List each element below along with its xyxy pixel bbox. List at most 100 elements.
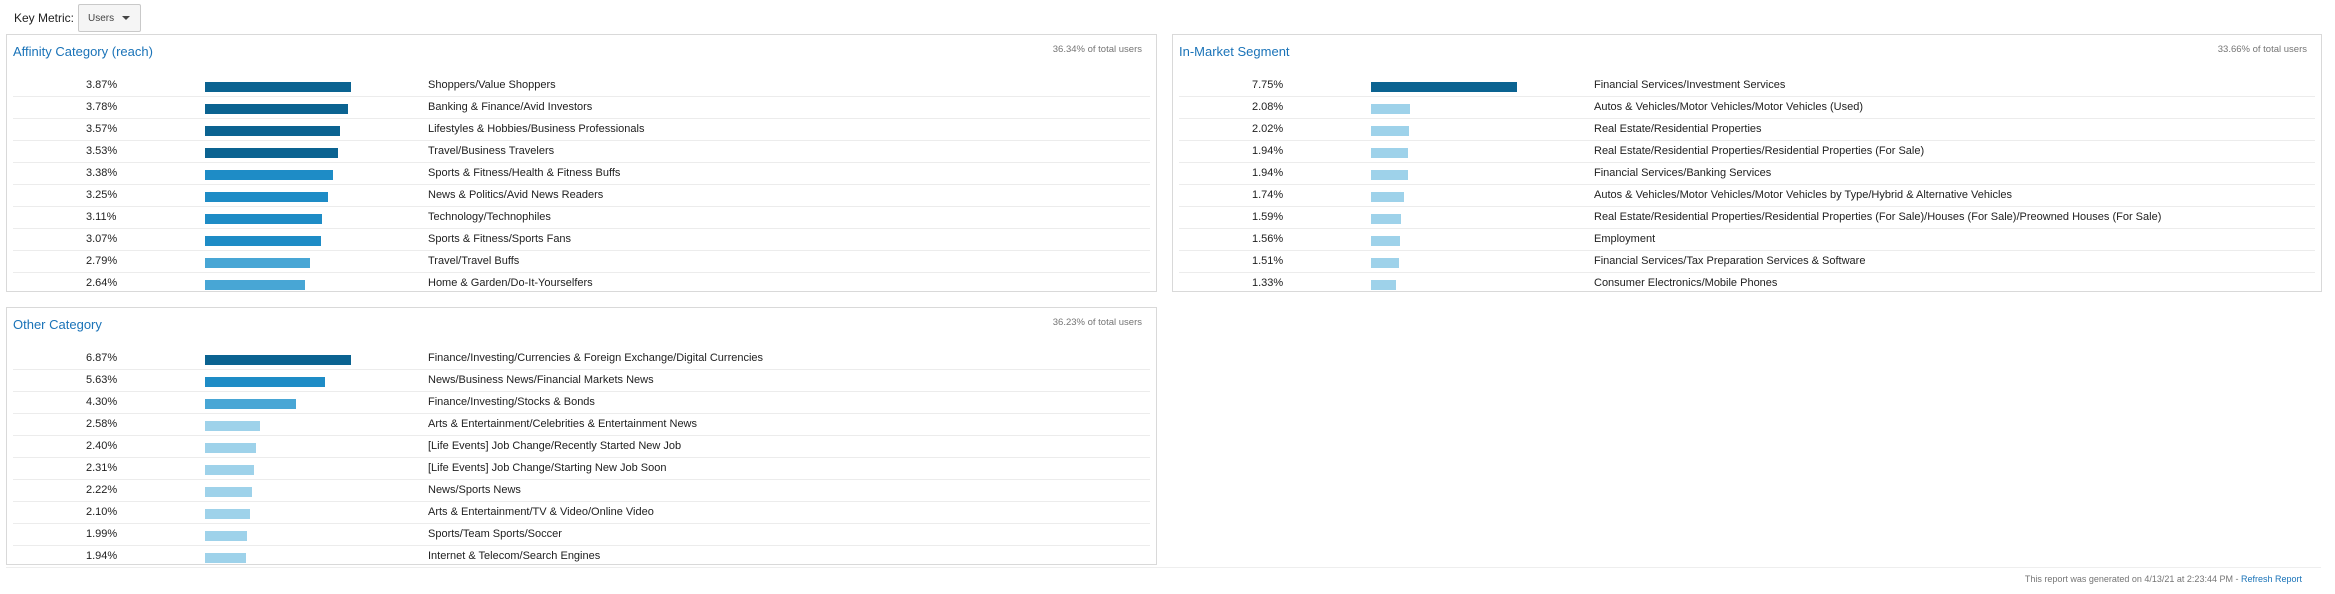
key-metric-dropdown[interactable]: Users: [78, 4, 142, 32]
row-percentage: 1.33%: [1252, 277, 1284, 289]
card-title[interactable]: Affinity Category (reach): [13, 44, 153, 59]
caret-down-icon: [122, 16, 131, 20]
row-category-name: News & Politics/Avid News Readers: [428, 189, 604, 201]
key-metric-label: Key Metric:: [14, 11, 75, 25]
row-bar: [1371, 236, 1400, 246]
row-category-name: Financial Services/Tax Preparation Servi…: [1594, 255, 1866, 267]
row-percentage: 1.51%: [1252, 255, 1284, 267]
row-category-name: [Life Events] Job Change/Starting New Jo…: [428, 462, 667, 474]
row-bar: [205, 509, 250, 519]
row-percentage: 1.56%: [1252, 233, 1284, 245]
table-row: 1.56% Employment: [1179, 229, 2315, 251]
card-rows: 7.75% Financial Services/Investment Servi…: [1179, 75, 2315, 294]
row-category-name: Autos & Vehicles/Motor Vehicles/Motor Ve…: [1594, 189, 2013, 201]
table-row: 2.64% Home & Garden/Do-It-Yourselfers: [13, 273, 1150, 294]
row-category-name: Employment: [1594, 233, 1656, 245]
row-category-name: Financial Services/Banking Services: [1594, 167, 1772, 179]
row-percentage: 1.74%: [1252, 189, 1284, 201]
row-percentage: 4.30%: [86, 396, 118, 408]
row-bar: [1371, 148, 1408, 158]
row-category-name: News/Sports News: [428, 484, 521, 496]
row-percentage: 3.38%: [86, 167, 118, 179]
row-category-name: Sports/Team Sports/Soccer: [428, 528, 562, 540]
row-bar: [205, 531, 247, 541]
row-percentage: 3.57%: [86, 123, 118, 135]
row-category-name: Internet & Telecom/Search Engines: [428, 550, 601, 562]
table-row: 4.30% Finance/Investing/Stocks & Bonds: [13, 392, 1150, 414]
table-row: 3.78% Banking & Finance/Avid Investors: [13, 97, 1150, 119]
row-category-name: [Life Events] Job Change/Recently Starte…: [428, 440, 682, 452]
row-category-name: Real Estate/Residential Properties/Resid…: [1594, 145, 1925, 157]
row-percentage: 5.63%: [86, 374, 118, 386]
row-bar: [1371, 280, 1396, 290]
card-total-users: 33.66% of total users: [2217, 44, 2307, 55]
table-row: 3.11% Technology/Technophiles: [13, 207, 1150, 229]
card-title[interactable]: Other Category: [13, 317, 102, 332]
card-total-users: 36.34% of total users: [1052, 44, 1142, 55]
row-percentage: 6.87%: [86, 352, 118, 364]
row-category-name: News/Business News/Financial Markets New…: [428, 374, 654, 386]
row-percentage: 3.25%: [86, 189, 118, 201]
row-bar: [1371, 82, 1517, 92]
row-category-name: Consumer Electronics/Mobile Phones: [1594, 277, 1778, 289]
row-percentage: 1.59%: [1252, 211, 1284, 223]
row-percentage: 3.53%: [86, 145, 118, 157]
row-category-name: Real Estate/Residential Properties: [1594, 123, 1762, 135]
table-row: 2.08% Autos & Vehicles/Motor Vehicles/Mot…: [1179, 97, 2315, 119]
row-category-name: Shoppers/Value Shoppers: [428, 79, 556, 91]
row-category-name: Technology/Technophiles: [428, 211, 551, 223]
refresh-report-link[interactable]: Refresh Report: [2241, 574, 2302, 584]
row-category-name: Travel/Business Travelers: [428, 145, 555, 157]
row-bar: [205, 355, 351, 365]
generated-timestamp: This report was generated on 4/13/21 at …: [2024, 574, 2241, 584]
row-bar: [1371, 192, 1404, 202]
row-bar: [205, 214, 322, 224]
row-bar: [1371, 104, 1410, 114]
row-bar: [205, 148, 338, 158]
row-bar: [205, 553, 246, 563]
row-percentage: 2.08%: [1252, 101, 1284, 113]
row-bar: [205, 258, 310, 268]
row-percentage: 2.64%: [86, 277, 118, 289]
row-category-name: Autos & Vehicles/Motor Vehicles/Motor Ve…: [1594, 101, 1864, 113]
table-row: 1.99% Sports/Team Sports/Soccer: [13, 524, 1150, 546]
row-percentage: 2.40%: [86, 440, 118, 452]
table-row: 2.58% Arts & Entertainment/Celebrities & …: [13, 414, 1150, 436]
key-metric-value: Users: [88, 12, 115, 24]
row-percentage: 2.58%: [86, 418, 118, 430]
row-bar: [205, 465, 254, 475]
row-bar: [205, 236, 321, 246]
row-bar: [205, 126, 340, 136]
table-row: 1.33% Consumer Electronics/Mobile Phones: [1179, 273, 2315, 294]
row-category-name: Banking & Finance/Avid Investors: [428, 101, 593, 113]
table-row: 2.79% Travel/Travel Buffs: [13, 251, 1150, 273]
row-bar: [205, 421, 260, 431]
row-bar: [205, 443, 256, 453]
row-percentage: 2.31%: [86, 462, 118, 474]
row-bar: [1371, 170, 1408, 180]
row-percentage: 1.94%: [86, 550, 118, 562]
row-percentage: 2.02%: [1252, 123, 1284, 135]
table-row: 1.59% Real Estate/Residential Properties/…: [1179, 207, 2315, 229]
table-row: 2.31% [Life Events] Job Change/Starting N…: [13, 458, 1150, 480]
row-bar: [205, 487, 252, 497]
row-bar: [1371, 214, 1401, 224]
row-category-name: Travel/Travel Buffs: [428, 255, 520, 267]
row-bar: [1371, 258, 1399, 268]
report-footer: This report was generated on 4/13/21 at …: [6, 567, 2321, 592]
row-percentage: 1.94%: [1252, 145, 1284, 157]
row-percentage: 2.10%: [86, 506, 118, 518]
table-row: 1.94% Real Estate/Residential Properties/…: [1179, 141, 2315, 163]
table-row: 5.63% News/Business News/Financial Market…: [13, 370, 1150, 392]
card-total-users: 36.23% of total users: [1052, 317, 1142, 328]
report-generated-text: This report was generated on 4/13/21 at …: [2025, 574, 2302, 584]
table-row: 3.53% Travel/Business Travelers: [13, 141, 1150, 163]
card-title[interactable]: In-Market Segment: [1179, 44, 1290, 59]
table-row: 1.94% Internet & Telecom/Search Engines: [13, 546, 1150, 567]
row-bar: [205, 82, 351, 92]
table-row: 1.51% Financial Services/Tax Preparation …: [1179, 251, 2315, 273]
row-percentage: 3.87%: [86, 79, 118, 91]
card-rows: 6.87% Finance/Investing/Currencies & Fore…: [13, 348, 1150, 567]
in-market-segment-card: In-Market Segment 33.66% of total users …: [1172, 34, 2322, 292]
table-row: 1.74% Autos & Vehicles/Motor Vehicles/Mot…: [1179, 185, 2315, 207]
